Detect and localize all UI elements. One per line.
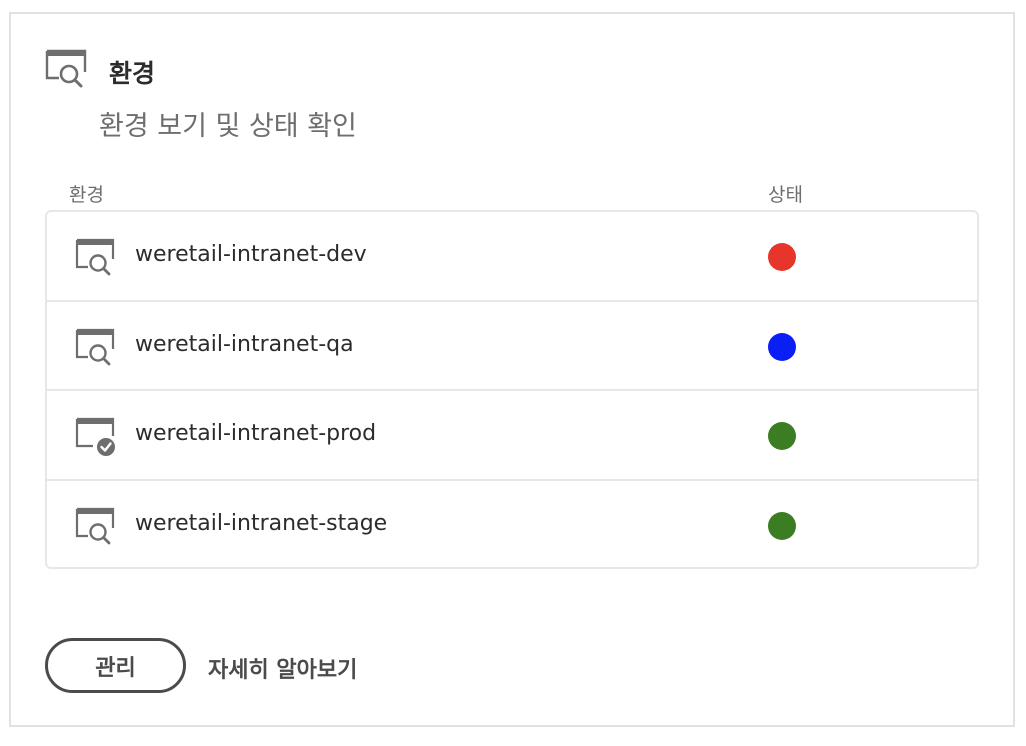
environments-card: 환경 환경 보기 및 상태 확인 환경 상태 weretail-intranet…	[9, 12, 1015, 727]
manage-button[interactable]: 관리	[45, 638, 186, 693]
environment-row-prod[interactable]: weretail-intranet-prod	[47, 391, 977, 481]
environment-row-dev[interactable]: weretail-intranet-dev	[47, 212, 977, 302]
environment-search-icon	[75, 237, 117, 277]
environment-name[interactable]: weretail-intranet-prod	[135, 421, 376, 446]
environment-table: weretail-intranet-dev weretail-intranet-…	[45, 210, 979, 569]
environment-row-stage[interactable]: weretail-intranet-stage	[47, 481, 977, 568]
status-indicator	[768, 332, 796, 361]
status-indicator	[768, 422, 796, 450]
card-footer: 관리 자세히 알아보기	[45, 638, 645, 694]
environment-name[interactable]: weretail-intranet-dev	[135, 242, 367, 267]
status-indicator	[768, 243, 796, 271]
column-header-status: 상태	[768, 184, 803, 206]
column-header-environment: 환경	[69, 184, 104, 206]
card-header: 환경 환경 보기 및 상태 확인	[45, 48, 945, 142]
environment-name[interactable]: weretail-intranet-stage	[135, 511, 387, 536]
page-title: 환경	[109, 59, 156, 88]
environment-check-icon	[75, 416, 117, 456]
environment-search-icon	[45, 48, 91, 88]
page-subtitle: 환경 보기 및 상태 확인	[99, 111, 357, 142]
status-indicator	[768, 511, 796, 540]
environment-row-qa[interactable]: weretail-intranet-qa	[47, 302, 977, 391]
environment-search-icon	[75, 506, 117, 546]
environment-search-icon	[75, 327, 117, 367]
learn-more-link[interactable]: 자세히 알아보기	[208, 652, 357, 684]
environment-name[interactable]: weretail-intranet-qa	[135, 332, 354, 357]
